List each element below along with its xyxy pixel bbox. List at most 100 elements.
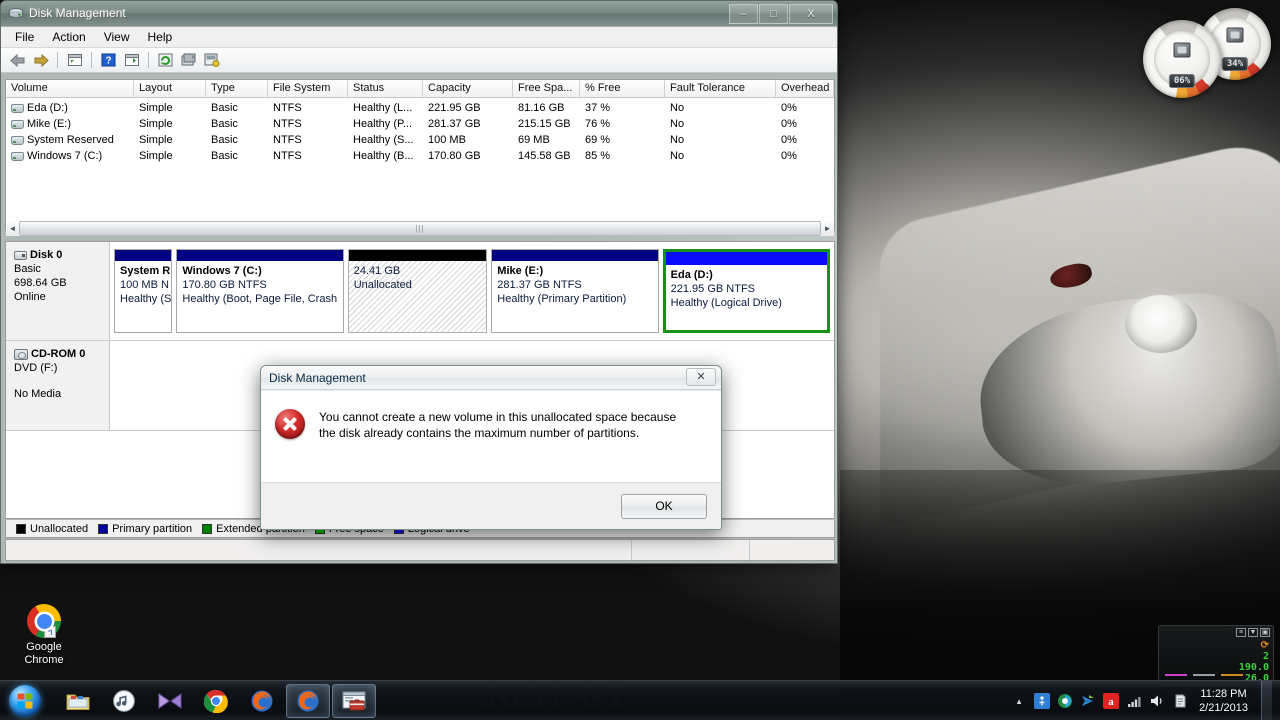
cpu-meter-gadget[interactable]: 34% 06% <box>1143 8 1271 98</box>
tray-volume-icon[interactable] <box>1149 693 1165 709</box>
tray-idm-icon[interactable] <box>1057 693 1073 709</box>
partition-eda-d[interactable]: Eda (D:) 221.95 GB NTFS Healthy (Logical… <box>662 249 830 333</box>
partition-status: Unallocated <box>353 279 412 291</box>
tray-network-center-icon[interactable] <box>1034 693 1051 709</box>
volume-list-header[interactable]: Volume Layout Type File System Status Ca… <box>6 80 834 98</box>
cell-capacity: 221.95 GB <box>428 102 481 114</box>
taskbar[interactable]: ▲ a 11:28 PM 2/21/2013 <box>0 680 1280 720</box>
column-header-status[interactable]: Status <box>348 80 423 97</box>
menu-file[interactable]: File <box>6 28 43 46</box>
menu-action[interactable]: Action <box>43 28 94 46</box>
toolbar[interactable]: ? <box>1 48 837 73</box>
tray-avira-icon[interactable]: a <box>1103 693 1120 709</box>
tray-action-center-icon[interactable] <box>1172 693 1188 709</box>
window-titlebar[interactable]: Disk Management – □ X <box>1 1 837 27</box>
start-button[interactable] <box>2 683 48 719</box>
cell-status: Healthy (B... <box>353 150 414 162</box>
column-header-fault[interactable]: Fault Tolerance <box>665 80 776 97</box>
wallpaper-headlight <box>1125 295 1197 353</box>
taskbar-media-player-classic[interactable] <box>148 684 192 718</box>
partition-system-reserved[interactable]: System R 100 MB N Healthy (S <box>114 249 173 333</box>
column-header-type[interactable]: Type <box>206 80 268 97</box>
cell-volume: System Reserved <box>27 134 114 146</box>
disk-row-disk0[interactable]: Disk 0 Basic 698.64 GB Online System R 1… <box>6 242 834 341</box>
taskbar-chrome[interactable] <box>194 684 238 718</box>
table-row[interactable]: Eda (D:) Simple Basic NTFS Healthy (L...… <box>6 100 834 116</box>
properties-icon[interactable] <box>178 50 199 70</box>
dialog-close-button[interactable]: ✕ <box>686 368 716 386</box>
maximize-button[interactable]: □ <box>759 4 788 24</box>
error-dialog[interactable]: Disk Management ✕ You cannot create a ne… <box>260 365 722 530</box>
partition-unallocated[interactable]: 24.41 GB Unallocated <box>347 249 488 333</box>
scrollbar-track[interactable]: ||| <box>19 220 821 236</box>
taskbar-explorer[interactable] <box>56 684 100 718</box>
gadget-collapse-icon[interactable]: ▼ <box>1248 628 1258 637</box>
desktop[interactable]: JUST GT ↰ Google Chrome 34% 06% ≡ ▼ ▣ <box>0 0 1280 720</box>
volume-list-scrollbar[interactable]: ◄ ||| ► <box>6 220 834 236</box>
window-controls[interactable]: – □ X <box>728 4 833 24</box>
column-header-freespace[interactable]: Free Spa... <box>513 80 580 97</box>
svg-text:?: ? <box>105 56 111 67</box>
cell-fault: No <box>670 134 685 146</box>
status-bar <box>5 539 835 561</box>
rescan-disks-icon[interactable] <box>201 50 222 70</box>
help-icon[interactable]: ? <box>98 50 119 70</box>
desktop-icon-label-line2: Chrome <box>24 654 64 666</box>
tray-show-hidden-icon[interactable]: ▲ <box>1011 693 1027 709</box>
menu-bar[interactable]: File Action View Help <box>1 27 837 48</box>
scrollbar-thumb[interactable]: ||| <box>19 220 821 236</box>
column-header-volume[interactable]: Volume <box>6 80 134 97</box>
partition-mike-e[interactable]: Mike (E:) 281.37 GB NTFS Healthy (Primar… <box>491 249 659 333</box>
cdrom-letter: DVD (F:) <box>14 362 58 374</box>
table-row[interactable]: System Reserved Simple Basic NTFS Health… <box>6 132 834 148</box>
minimize-button[interactable]: – <box>729 4 758 24</box>
toolbar-separator-3 <box>148 52 149 68</box>
gadget-options-icon[interactable]: ≡ <box>1236 628 1246 637</box>
disk-info-cdrom0[interactable]: CD-ROM 0 DVD (F:) No Media <box>6 341 110 430</box>
taskbar-firefox-2[interactable] <box>286 683 330 718</box>
memory-chip-icon <box>1226 27 1244 43</box>
forward-icon[interactable] <box>30 50 51 70</box>
cell-volume: Eda (D:) <box>27 102 68 114</box>
close-button[interactable]: X <box>789 4 833 24</box>
table-row[interactable]: Mike (E:) Simple Basic NTFS Healthy (P..… <box>6 116 834 132</box>
tray-network-signal-icon[interactable] <box>1126 693 1142 709</box>
disk-info-disk0[interactable]: Disk 0 Basic 698.64 GB Online <box>6 242 110 340</box>
taskbar-itunes[interactable] <box>102 684 146 718</box>
refresh-icon[interactable] <box>155 50 176 70</box>
taskbar-items[interactable] <box>56 683 376 718</box>
table-row[interactable]: Windows 7 (C:) Simple Basic NTFS Healthy… <box>6 148 834 164</box>
menu-view[interactable]: View <box>95 28 139 46</box>
taskbar-clock[interactable]: 11:28 PM 2/21/2013 <box>1199 687 1248 715</box>
show-console-tree-icon[interactable] <box>121 50 142 70</box>
up-one-level-icon[interactable] <box>64 50 85 70</box>
ok-button[interactable]: OK <box>621 493 707 519</box>
column-header-capacity[interactable]: Capacity <box>423 80 513 97</box>
system-tray[interactable]: ▲ a 11:28 PM 2/21/2013 <box>1011 681 1280 720</box>
gadget-detach-icon[interactable]: ▣ <box>1260 628 1270 637</box>
gadget-controls[interactable]: ≡ ▼ ▣ <box>1236 628 1270 637</box>
cell-pctfree: 69 % <box>585 134 611 146</box>
column-header-filesystem[interactable]: File System <box>268 80 348 97</box>
scroll-left-icon[interactable]: ◄ <box>6 220 19 236</box>
column-header-pctfree[interactable]: % Free <box>580 80 665 97</box>
partition-windows7-c[interactable]: Windows 7 (C:) 170.80 GB NTFS Healthy (B… <box>176 249 344 333</box>
desktop-icon-label-line1: Google <box>26 641 62 653</box>
partition-size: 100 MB N <box>120 279 169 291</box>
disk-management-window[interactable]: Disk Management – □ X File Action View H… <box>0 0 838 564</box>
back-icon[interactable] <box>7 50 28 70</box>
column-header-layout[interactable]: Layout <box>134 80 206 97</box>
desktop-icon-google-chrome[interactable]: ↰ Google Chrome <box>6 604 82 667</box>
volume-list[interactable]: Volume Layout Type File System Status Ca… <box>5 79 835 231</box>
taskbar-disk-management[interactable] <box>332 683 376 718</box>
scroll-right-icon[interactable]: ► <box>821 220 834 236</box>
show-desktop-button[interactable] <box>1261 681 1272 720</box>
tray-download-icon[interactable] <box>1080 693 1096 709</box>
cell-layout: Simple <box>139 150 173 162</box>
taskbar-firefox[interactable] <box>240 684 284 718</box>
partition-strip[interactable]: System R 100 MB N Healthy (S Windows 7 (… <box>110 242 834 340</box>
menu-help[interactable]: Help <box>139 28 182 46</box>
network-monitor-gadget[interactable]: ≡ ▼ ▣ ⟳ 2 190.0 26.0 <box>1158 625 1274 684</box>
column-header-overhead[interactable]: Overhead <box>776 80 834 97</box>
dialog-titlebar[interactable]: Disk Management ✕ <box>261 366 721 390</box>
